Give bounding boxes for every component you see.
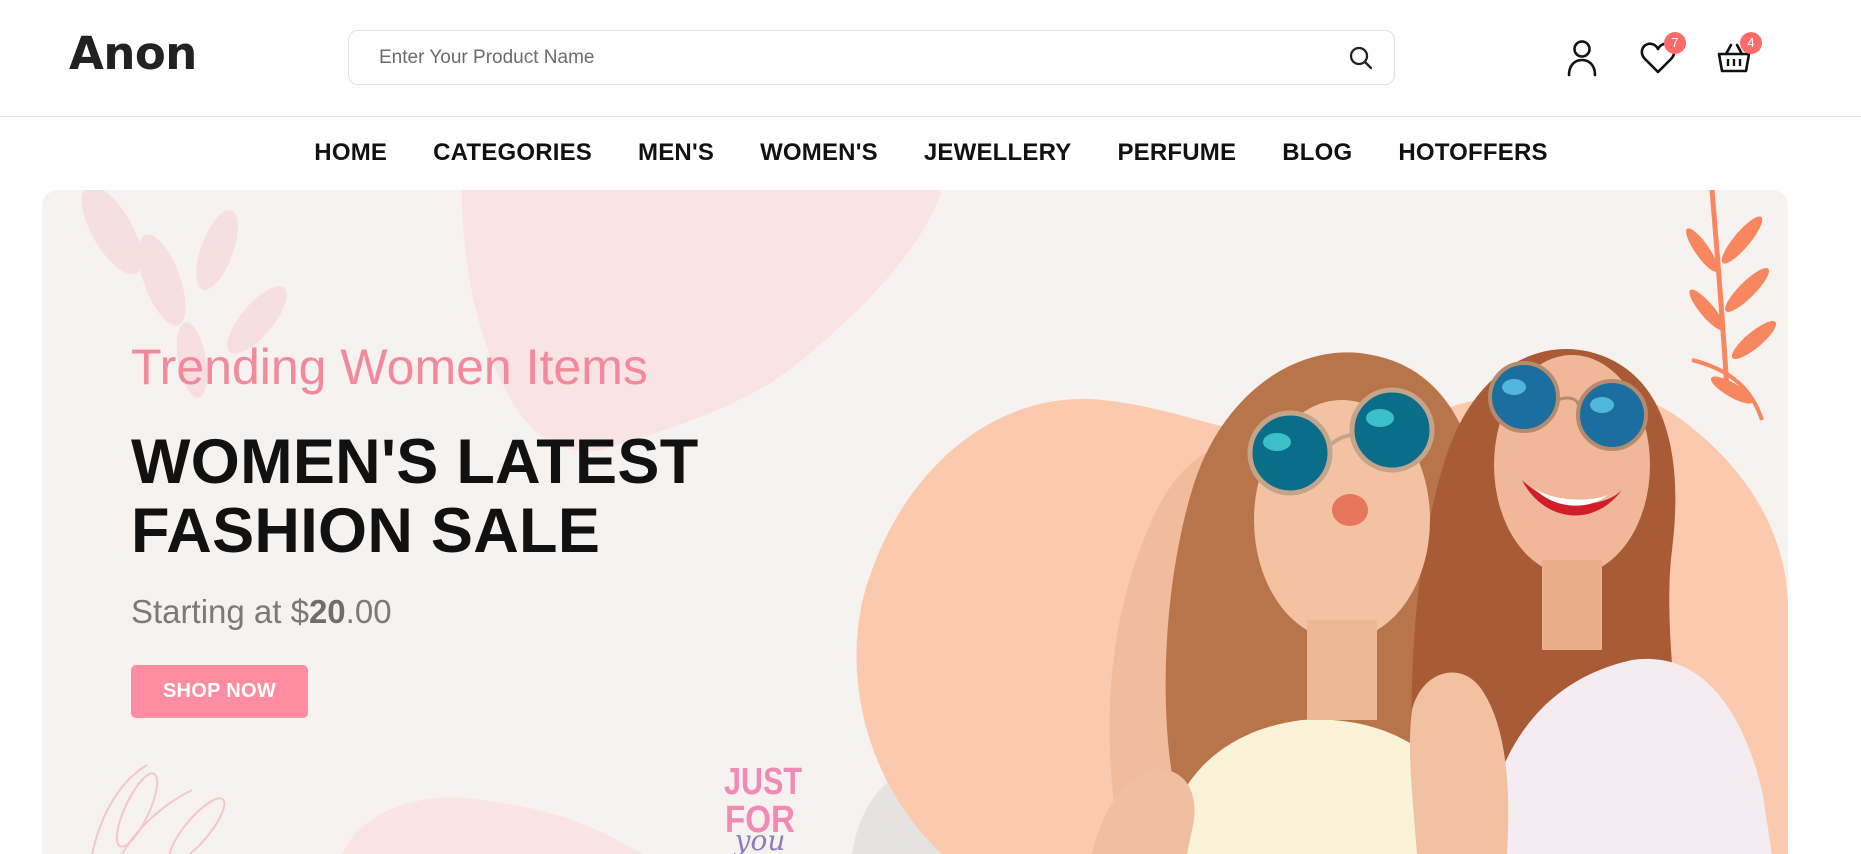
search-input[interactable] [377, 31, 1337, 84]
search-button[interactable] [1346, 43, 1376, 73]
nav-item-categories[interactable]: CATEGORIES [433, 139, 592, 167]
main-nav: HOME CATEGORIES MEN'S WOMEN'S JEWELLERY … [0, 117, 1861, 189]
search-bar [348, 30, 1395, 85]
site-header: Anon 7 [0, 0, 1861, 117]
nav-item-perfume[interactable]: PERFUME [1117, 139, 1236, 167]
shop-now-button[interactable]: SHOP NOW [131, 665, 308, 718]
cart-button[interactable]: 4 [1712, 30, 1762, 85]
cart-count-badge: 4 [1740, 32, 1762, 54]
wishlist-count-badge: 7 [1664, 32, 1686, 54]
just-for-you-text-3: you [733, 824, 786, 854]
wishlist-button[interactable]: 7 [1636, 30, 1686, 85]
search-icon [1349, 46, 1373, 70]
just-for-you-graphic: JUST FOR you [724, 761, 802, 854]
user-icon [1567, 39, 1597, 76]
nav-item-hotoffers[interactable]: HOTOFFERS [1398, 139, 1547, 167]
nav-item-jewellery[interactable]: JEWELLERY [924, 139, 1072, 167]
nav-item-home[interactable]: HOME [314, 139, 387, 167]
banner-title-line-2: FASHION SALE [131, 496, 601, 566]
just-for-you-text-1: JUST [724, 761, 802, 803]
account-button[interactable] [1560, 30, 1604, 85]
banner-title-line-1: WOMEN'S LATEST [131, 427, 699, 497]
nav-item-blog[interactable]: BLOG [1282, 139, 1352, 167]
nav-item-mens[interactable]: MEN'S [638, 139, 714, 167]
price-whole: 20 [308, 593, 346, 630]
banner-price: Starting at $20.00 [131, 593, 392, 631]
price-prefix: Starting at $ [131, 593, 309, 630]
banner-subtitle: Trending Women Items [131, 339, 648, 395]
banner-title: WOMEN'S LATEST FASHION SALE [131, 428, 851, 566]
hero-banner: Trending Women Items WOMEN'S LATEST FASH… [42, 190, 1788, 854]
nav-item-womens[interactable]: WOMEN'S [760, 139, 878, 167]
price-cents: .00 [345, 593, 392, 630]
logo[interactable]: Anon [69, 27, 197, 80]
